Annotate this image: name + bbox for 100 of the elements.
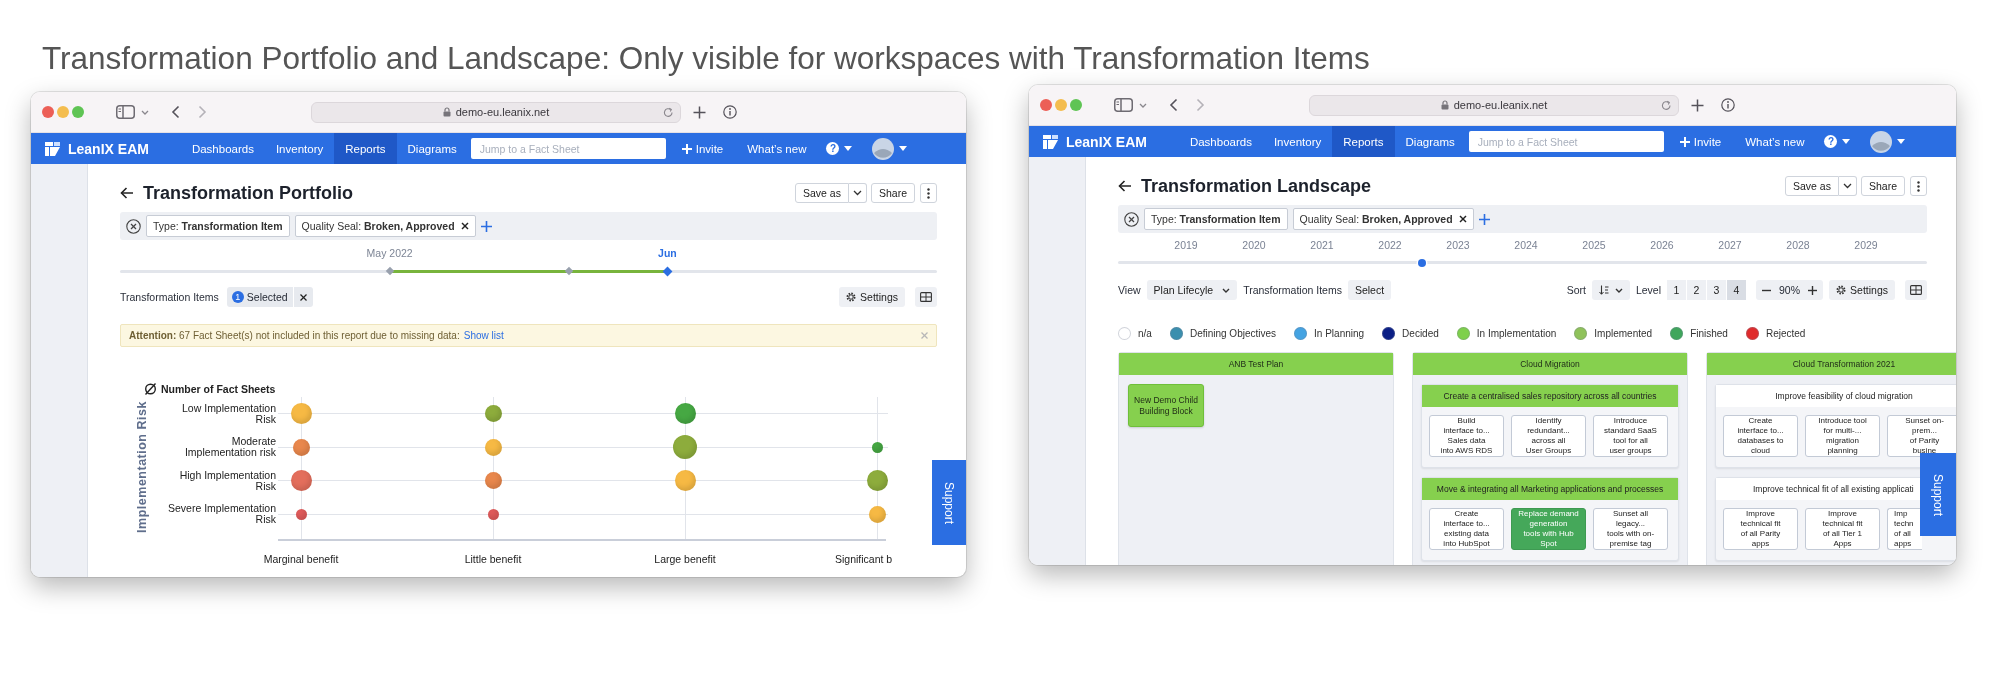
nav-tab[interactable]: Dashboards (180, 133, 265, 164)
search-field[interactable]: Jump to a Fact Sheet (470, 138, 666, 159)
bubble[interactable] (487, 508, 499, 520)
whats-new-link[interactable]: What’s new (1739, 134, 1811, 149)
whats-new-link[interactable]: What’s new (741, 141, 813, 156)
back-icon[interactable] (171, 105, 180, 119)
select-button[interactable]: Select (1347, 280, 1392, 300)
caret-icon[interactable] (1139, 102, 1147, 108)
share-button[interactable]: Share (1860, 176, 1905, 196)
close-icon[interactable] (1458, 215, 1467, 223)
filter-chip[interactable]: Quality Seal: Broken, Approved (1292, 208, 1474, 230)
back-icon[interactable] (1169, 98, 1178, 112)
timeline-handle[interactable] (565, 266, 574, 276)
item-card[interactable]: Imp techn of all apps (1887, 508, 1922, 550)
caret-icon[interactable] (1897, 139, 1906, 144)
brand-name[interactable]: LeanIX EAM (1066, 133, 1147, 150)
avatar[interactable] (872, 137, 895, 160)
address-bar[interactable]: demo-eu.leanix.net (1309, 94, 1679, 116)
nav-tab[interactable]: Diagrams (1394, 126, 1466, 157)
item-card[interactable]: Create interface to... databases to cloud (1723, 415, 1798, 457)
table-view-button[interactable] (1905, 280, 1927, 300)
avatar[interactable] (1870, 130, 1893, 153)
logo-icon[interactable] (1042, 133, 1059, 150)
window-controls-icon[interactable] (1040, 99, 1082, 111)
sidebar-icon[interactable] (116, 105, 135, 119)
close-icon[interactable] (460, 222, 469, 230)
bubble[interactable] (674, 470, 696, 492)
filter-chip[interactable]: Type: Transformation Item (1144, 208, 1288, 230)
bubble[interactable] (866, 470, 888, 492)
save-as-button[interactable]: Save as (1785, 176, 1839, 196)
caret-icon[interactable] (1842, 139, 1851, 144)
item-card[interactable]: Improve technical fit of all Parity apps (1723, 508, 1798, 550)
table-view-button[interactable] (915, 287, 937, 307)
help-button[interactable]: ? (826, 142, 840, 155)
reload-icon[interactable] (663, 106, 674, 118)
bubble[interactable] (484, 438, 502, 456)
caret-icon[interactable] (844, 146, 853, 151)
timeline-handle[interactable] (1418, 259, 1427, 267)
reload-icon[interactable] (1661, 99, 1672, 111)
nav-tab[interactable]: Reports (334, 133, 397, 164)
settings-button[interactable]: Settings (1829, 280, 1895, 300)
nav-tab[interactable]: Diagrams (396, 133, 468, 164)
filter-chip[interactable]: Quality Seal: Broken, Approved (294, 215, 476, 237)
invite-button[interactable]: Invite (675, 141, 730, 156)
nav-tab[interactable]: Reports (1332, 126, 1395, 157)
plus-icon[interactable] (1691, 98, 1704, 112)
item-card[interactable]: Improve technical fit of all Tier 1 Apps (1805, 508, 1880, 550)
search-field[interactable]: Jump to a Fact Sheet (1468, 131, 1664, 152)
clear-icon[interactable] (126, 218, 141, 234)
more-button[interactable] (920, 183, 937, 203)
clear-icon[interactable] (1124, 211, 1139, 227)
bubble[interactable] (290, 403, 312, 425)
view-dropdown[interactable]: Plan Lifecyle (1146, 280, 1238, 300)
timeline-track[interactable] (120, 270, 937, 273)
bubble[interactable] (484, 472, 502, 490)
logo-icon[interactable] (44, 140, 61, 157)
item-card[interactable]: Identify redundant... across all User Groups (1511, 415, 1586, 457)
save-as-button[interactable]: Save as (795, 183, 849, 203)
level-option[interactable]: 1 (1667, 280, 1687, 300)
dropdown-button[interactable] (848, 183, 867, 203)
item-card[interactable]: Build interface to... Sales data into AWS RDS (1429, 415, 1504, 457)
level-option[interactable]: 3 (1707, 280, 1727, 300)
bubble[interactable] (290, 470, 312, 492)
nav-tab[interactable]: Dashboards (1178, 126, 1263, 157)
item-card[interactable]: Introduce tool for multi-... migration planning (1805, 415, 1880, 457)
support-tab[interactable]: Support (932, 460, 966, 545)
window-controls-icon[interactable] (42, 106, 84, 118)
item-card[interactable]: New Demo Child Building Block (1128, 384, 1204, 427)
level-option[interactable]: 4 (1727, 280, 1747, 300)
caret-icon[interactable] (899, 146, 908, 151)
bubble[interactable] (484, 405, 502, 423)
item-card[interactable]: Introduce standard SaaS tool for all user groups (1593, 415, 1668, 457)
timeline-handle[interactable] (662, 266, 673, 276)
info-icon[interactable] (723, 105, 737, 119)
item-card[interactable]: Sunset all legacy... tools with on- premise tag (1593, 508, 1668, 550)
selection-chip[interactable]: 1 Selected (226, 287, 293, 307)
invite-button[interactable]: Invite (1673, 134, 1728, 149)
help-button[interactable]: ? (1824, 135, 1838, 148)
zoom-in-icon[interactable] (1808, 285, 1818, 295)
back-arrow-icon[interactable] (120, 187, 134, 199)
plus-icon[interactable] (693, 105, 706, 119)
add-filter-icon[interactable] (1478, 213, 1490, 225)
bubble[interactable] (868, 505, 886, 523)
show-list-link[interactable]: Show list (463, 330, 504, 341)
item-card[interactable]: Create interface to... existing data into HubSpot (1429, 508, 1504, 550)
settings-button[interactable]: Settings (839, 287, 905, 307)
clear-selection-button[interactable] (292, 287, 313, 307)
add-filter-icon[interactable] (480, 220, 492, 232)
brand-name[interactable]: LeanIX EAM (68, 140, 149, 157)
bubble[interactable] (871, 441, 883, 453)
filter-chip[interactable]: Type: Transformation Item (146, 215, 290, 237)
timeline-handle[interactable] (385, 266, 394, 276)
sidebar-icon[interactable] (1114, 98, 1133, 112)
bubble[interactable] (674, 403, 696, 425)
nav-tab[interactable]: Inventory (1262, 126, 1333, 157)
back-arrow-icon[interactable] (1118, 180, 1132, 192)
bubble[interactable] (673, 435, 697, 460)
support-tab[interactable]: Support (1920, 453, 1956, 536)
caret-icon[interactable] (141, 109, 149, 115)
bubble[interactable] (295, 508, 307, 520)
